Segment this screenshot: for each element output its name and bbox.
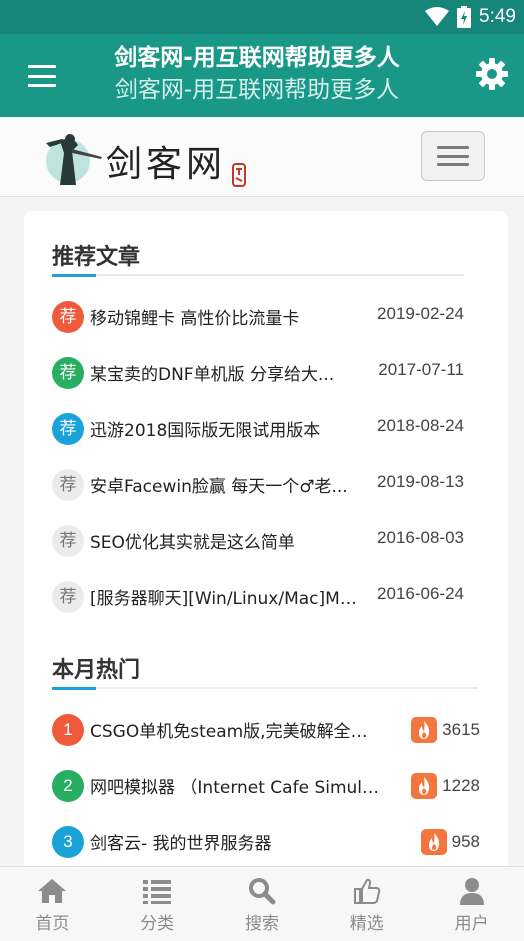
hot-underline bbox=[52, 687, 478, 690]
view-count-number: 3615 bbox=[442, 720, 480, 739]
tab-category-label: 分类 bbox=[140, 914, 175, 934]
rank-badge: 1 bbox=[52, 714, 84, 746]
hot-article-row[interactable]: 2 网吧模拟器 （Internet Cafe Simulat... 1228 bbox=[52, 768, 480, 804]
article-date: 2019-08-13 bbox=[377, 472, 464, 491]
thumbs-up-icon bbox=[353, 878, 381, 904]
status-time: 5:49 bbox=[479, 6, 516, 27]
view-count: 958 bbox=[420, 827, 480, 857]
settings-gear-icon[interactable] bbox=[474, 56, 510, 92]
tab-home-label: 首页 bbox=[35, 914, 70, 934]
article-date: 2016-06-24 bbox=[377, 584, 464, 603]
article-title[interactable]: 安卓Facewin脸赢 每天一个♂老... bbox=[90, 472, 360, 497]
recommended-article-row[interactable]: 荐某宝卖的DNF单机版 分享给大... 2017-07-11 bbox=[52, 355, 464, 391]
site-logo[interactable]: 剑客网 bbox=[42, 127, 252, 189]
tab-user-label: 用户 bbox=[454, 914, 489, 934]
view-count-number: 958 bbox=[451, 832, 480, 851]
view-count: 3615 bbox=[411, 715, 480, 745]
menu-icon-bar bbox=[28, 74, 56, 78]
rank-badge: 3 bbox=[52, 826, 84, 858]
status-icons: 5:49 bbox=[425, 4, 516, 30]
hot-article-row[interactable]: 3 剑客云- 我的世界服务器 958 bbox=[52, 824, 480, 860]
swordsman-logo-icon bbox=[46, 134, 102, 185]
app-subtitle: 剑客网-用互联网帮助更多人 bbox=[114, 77, 400, 103]
tab-home[interactable]: 首页 bbox=[0, 867, 105, 941]
article-date: 2019-02-24 bbox=[377, 304, 464, 323]
recommend-badge: 荐 bbox=[52, 413, 84, 445]
app-header: 剑客网-用互联网帮助更多人 剑客网-用互联网帮助更多人 bbox=[0, 34, 524, 117]
home-icon bbox=[38, 879, 67, 903]
view-count: 1228 bbox=[411, 771, 480, 801]
hot-article-row[interactable]: 1 CSGO单机免steam版,完美破解全仓... 3615 bbox=[52, 712, 480, 748]
site-nav: 剑客网 bbox=[0, 117, 524, 197]
search-icon bbox=[248, 878, 276, 905]
menu-icon-bar bbox=[28, 84, 56, 87]
view-count-number: 1228 bbox=[442, 776, 480, 795]
recommended-article-row[interactable]: 荐移动锦鲤卡 高性价比流量卡 2019-02-24 bbox=[52, 299, 464, 335]
menu-button[interactable] bbox=[22, 58, 62, 94]
nav-toggle-bar bbox=[437, 163, 469, 166]
article-title[interactable]: 移动锦鲤卡 高性价比流量卡 bbox=[90, 304, 360, 329]
fire-icon bbox=[411, 773, 438, 799]
recommended-heading: 推荐文章 bbox=[52, 245, 141, 270]
tab-user[interactable]: 用户 bbox=[419, 867, 524, 941]
hot-heading: 本月热门 bbox=[52, 658, 141, 683]
fire-icon bbox=[420, 829, 447, 855]
underline-accent bbox=[52, 274, 96, 277]
recommended-article-row[interactable]: 荐迅游2018国际版无限试用版本 2018-08-24 bbox=[52, 411, 464, 447]
article-title[interactable]: [服务器聊天][Win/Linux/Mac]Mi... bbox=[90, 584, 360, 609]
article-date: 2018-08-24 bbox=[377, 416, 464, 435]
recommend-badge: 荐 bbox=[52, 357, 84, 389]
recommend-badge: 荐 bbox=[52, 525, 84, 557]
tab-search[interactable]: 搜索 bbox=[210, 867, 315, 941]
header-titles: 剑客网-用互联网帮助更多人 剑客网-用互联网帮助更多人 bbox=[82, 42, 432, 106]
rank-badge: 2 bbox=[52, 770, 84, 802]
list-icon bbox=[143, 880, 172, 904]
hot-article-title[interactable]: 剑客云- 我的世界服务器 bbox=[90, 829, 380, 854]
tab-featured-label: 精选 bbox=[349, 914, 384, 934]
nav-toggle-bar bbox=[437, 146, 469, 149]
article-date: 2017-07-11 bbox=[378, 360, 464, 379]
recommended-article-row[interactable]: 荐安卓Facewin脸赢 每天一个♂老... 2019-08-13 bbox=[52, 467, 464, 503]
article-title[interactable]: SEO优化其实就是这么简单 bbox=[90, 528, 360, 553]
wifi-icon bbox=[425, 7, 450, 26]
bottom-tab-bar: 首页 分类 搜索 精选 用户 bbox=[0, 866, 524, 941]
recommend-badge: 荐 bbox=[52, 469, 84, 501]
menu-icon-bar bbox=[28, 65, 56, 68]
hot-article-title[interactable]: 网吧模拟器 （Internet Cafe Simulat... bbox=[90, 773, 380, 798]
tab-category[interactable]: 分类 bbox=[105, 867, 210, 941]
hot-article-title[interactable]: CSGO单机免steam版,完美破解全仓... bbox=[90, 717, 380, 742]
nav-toggle-bar bbox=[437, 154, 469, 158]
recommend-badge: 荐 bbox=[52, 301, 84, 333]
fire-icon bbox=[411, 717, 438, 743]
status-bar: 5:49 bbox=[0, 0, 524, 34]
content-card: 推荐文章 荐移动锦鲤卡 高性价比流量卡 2019-02-24 荐某宝卖的DNF单机版… bbox=[24, 211, 508, 871]
tab-featured[interactable]: 精选 bbox=[314, 867, 419, 941]
seal-stamp-icon bbox=[232, 163, 246, 187]
battery-icon bbox=[457, 6, 472, 28]
logo-text: 剑客网 bbox=[106, 144, 227, 185]
user-icon bbox=[459, 878, 484, 905]
nav-toggle-button[interactable] bbox=[421, 131, 485, 181]
recommended-underline bbox=[52, 274, 464, 277]
recommend-badge: 荐 bbox=[52, 581, 84, 613]
recommended-article-row[interactable]: 荐 SEO优化其实就是这么简单 2016-08-03 bbox=[52, 523, 464, 559]
tab-search-label: 搜索 bbox=[244, 914, 279, 934]
app-title: 剑客网-用互联网帮助更多人 bbox=[114, 45, 400, 71]
article-title[interactable]: 某宝卖的DNF单机版 分享给大... bbox=[90, 360, 360, 385]
underline-accent bbox=[52, 687, 96, 690]
article-date: 2016-08-03 bbox=[377, 528, 464, 547]
article-title[interactable]: 迅游2018国际版无限试用版本 bbox=[90, 416, 360, 441]
recommended-article-row[interactable]: 荐 [服务器聊天][Win/Linux/Mac]Mi... 2016-06-24 bbox=[52, 579, 464, 615]
